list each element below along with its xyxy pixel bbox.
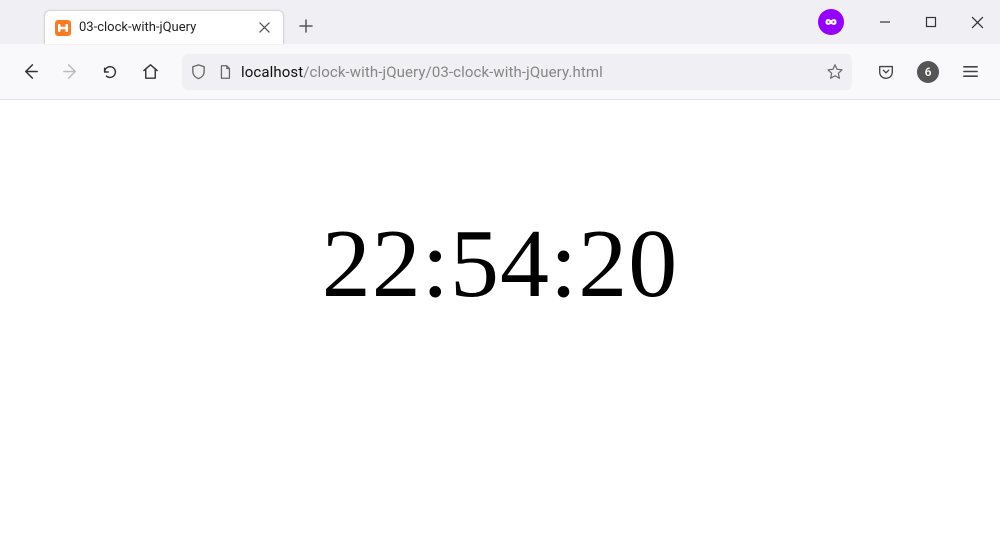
hamburger-icon bbox=[962, 63, 979, 80]
browser-toolbar: localhost/clock-with-jQuery/03-clock-wit… bbox=[0, 44, 1000, 100]
close-icon bbox=[259, 22, 270, 33]
window-controls bbox=[818, 0, 1000, 44]
home-button[interactable] bbox=[132, 54, 168, 90]
address-bar[interactable]: localhost/clock-with-jQuery/03-clock-wit… bbox=[182, 54, 852, 90]
home-icon bbox=[141, 62, 160, 81]
plus-icon bbox=[299, 19, 313, 33]
maximize-window-button[interactable] bbox=[908, 0, 954, 44]
url-text: localhost/clock-with-jQuery/03-clock-wit… bbox=[241, 63, 818, 81]
clock-display: 22:54:20 bbox=[322, 208, 678, 320]
infinity-mask-icon bbox=[823, 14, 839, 30]
close-window-button[interactable] bbox=[954, 0, 1000, 44]
page-icon bbox=[217, 64, 233, 80]
close-icon bbox=[971, 16, 984, 29]
pocket-button[interactable] bbox=[868, 54, 904, 90]
browser-tabbar: 03-clock-with-jQuery bbox=[0, 0, 1000, 44]
minimize-icon bbox=[879, 16, 891, 28]
bookmark-button[interactable] bbox=[826, 63, 844, 81]
tab-title: 03-clock-with-jQuery bbox=[79, 20, 247, 35]
back-button[interactable] bbox=[12, 54, 48, 90]
toolbar-right: 6 bbox=[868, 54, 988, 90]
extension-badge[interactable] bbox=[818, 9, 844, 35]
minimize-window-button[interactable] bbox=[862, 0, 908, 44]
app-menu-button[interactable] bbox=[952, 54, 988, 90]
browser-tab[interactable]: 03-clock-with-jQuery bbox=[44, 10, 284, 44]
url-host: localhost bbox=[241, 63, 303, 81]
forward-button[interactable] bbox=[52, 54, 88, 90]
star-icon bbox=[826, 63, 844, 81]
new-tab-button[interactable] bbox=[290, 10, 322, 42]
url-path: /clock-with-jQuery/03-clock-with-jQuery.… bbox=[303, 63, 603, 81]
notifications-button[interactable]: 6 bbox=[910, 54, 946, 90]
reload-button[interactable] bbox=[92, 54, 128, 90]
close-tab-button[interactable] bbox=[255, 19, 273, 37]
arrow-right-icon bbox=[61, 62, 80, 81]
page-content: 22:54:20 bbox=[0, 100, 1000, 320]
maximize-icon bbox=[925, 16, 937, 28]
arrow-left-icon bbox=[21, 62, 40, 81]
shield-icon bbox=[190, 63, 207, 80]
site-info-button[interactable] bbox=[217, 64, 233, 80]
pocket-icon bbox=[877, 63, 895, 81]
reload-icon bbox=[101, 63, 119, 81]
tracking-shield-button[interactable] bbox=[190, 63, 207, 80]
notification-count-badge: 6 bbox=[917, 61, 939, 83]
xampp-favicon-icon bbox=[55, 20, 71, 36]
urlbar-security-section bbox=[190, 63, 233, 80]
